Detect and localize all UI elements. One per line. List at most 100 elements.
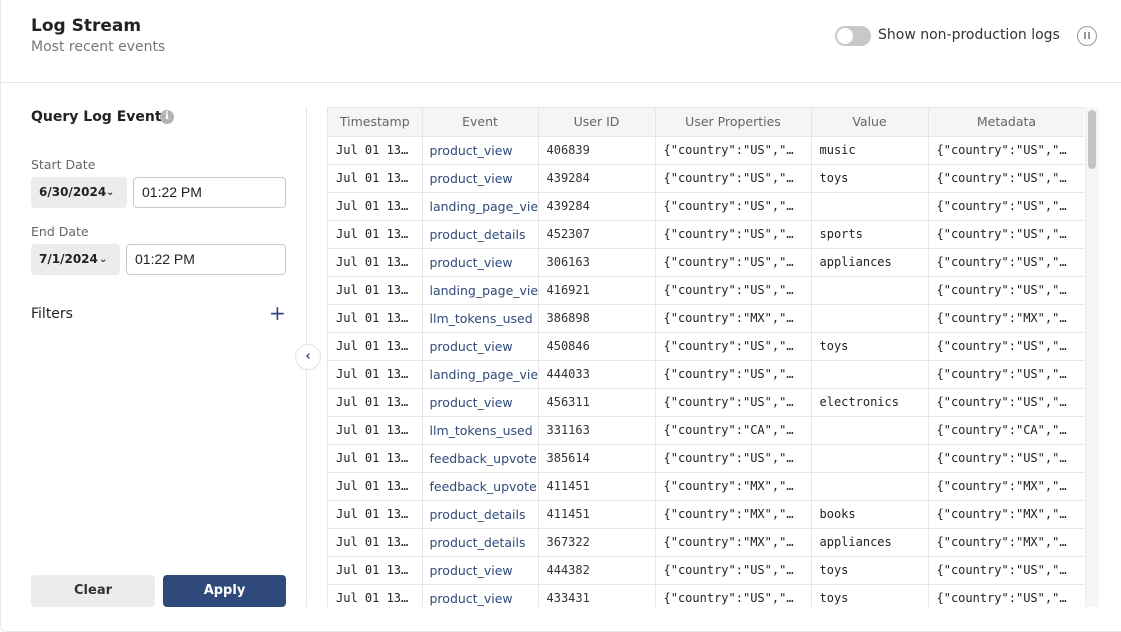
- apply-button[interactable]: Apply: [163, 575, 286, 607]
- cell-user-id: 444382: [538, 556, 656, 585]
- cell-value: [811, 360, 929, 389]
- table-row[interactable]: Jul 01 13… llm_tokens_used 386898 {"country…: [328, 304, 1084, 333]
- cell-event[interactable]: landing_page_view: [422, 192, 539, 221]
- cell-timestamp: Jul 01 13…: [328, 220, 423, 249]
- cell-event[interactable]: product_view: [422, 136, 539, 165]
- table-row[interactable]: Jul 01 13… landing_page_view 416921 {"count…: [328, 276, 1084, 305]
- table-row[interactable]: Jul 01 13… feedback_upvote 411451 {"country…: [328, 472, 1084, 501]
- table-row[interactable]: Jul 01 13… product_view 306163 {"country":"…: [328, 248, 1084, 277]
- non-production-toggle-label[interactable]: Show non-production logs: [878, 27, 1060, 43]
- column-header-user-properties[interactable]: User Properties: [655, 108, 812, 137]
- add-filter-icon[interactable]: +: [269, 302, 286, 324]
- end-date-select[interactable]: 7/1/2024 ⌄: [31, 244, 120, 275]
- cell-metadata: {"country":"US","…: [928, 136, 1084, 165]
- cell-event[interactable]: product_view: [422, 332, 539, 361]
- cell-metadata: {"country":"US","…: [928, 388, 1084, 417]
- cell-user-properties: {"country":"US","…: [655, 444, 812, 473]
- cell-metadata: {"country":"CA","…: [928, 416, 1084, 445]
- table-row[interactable]: Jul 01 13… llm_tokens_used 331163 {"country…: [328, 416, 1084, 445]
- table-row[interactable]: Jul 01 13… product_view 450846 {"country":"…: [328, 332, 1084, 361]
- cell-timestamp: Jul 01 13…: [328, 472, 423, 501]
- cell-metadata: {"country":"US","…: [928, 276, 1084, 305]
- cell-event[interactable]: product_view: [422, 388, 539, 417]
- page-subtitle: Most recent events: [31, 39, 166, 55]
- cell-value: books: [811, 500, 929, 529]
- table-scrollbar-thumb[interactable]: [1088, 110, 1096, 169]
- column-header-value[interactable]: Value: [811, 108, 929, 137]
- cell-user-id: 439284: [538, 164, 656, 193]
- table-row[interactable]: Jul 01 13… product_details 411451 {"country…: [328, 500, 1084, 529]
- cell-metadata: {"country":"US","…: [928, 556, 1084, 585]
- cell-value: appliances: [811, 248, 929, 277]
- pause-icon[interactable]: [1077, 26, 1097, 46]
- cell-user-properties: {"country":"US","…: [655, 388, 812, 417]
- table-scrollbar[interactable]: [1085, 107, 1099, 607]
- table-row[interactable]: Jul 01 13… product_details 452307 {"country…: [328, 220, 1084, 249]
- cell-value: toys: [811, 164, 929, 193]
- table-row[interactable]: Jul 01 13… landing_page_view 444033 {"count…: [328, 360, 1084, 389]
- cell-metadata: {"country":"MX","…: [928, 472, 1084, 501]
- cell-user-id: 331163: [538, 416, 656, 445]
- cell-metadata: {"country":"MX","…: [928, 528, 1084, 557]
- table-row[interactable]: Jul 01 13… product_view 406839 {"country":"…: [328, 136, 1084, 165]
- table-row[interactable]: Jul 01 13… product_view 456311 {"country":"…: [328, 388, 1084, 417]
- info-icon[interactable]: i: [160, 110, 174, 124]
- cell-user-id: 450846: [538, 332, 656, 361]
- table-row[interactable]: Jul 01 13… product_view 444382 {"country":"…: [328, 556, 1084, 585]
- cell-event[interactable]: product_view: [422, 248, 539, 277]
- column-header-metadata[interactable]: Metadata: [928, 108, 1084, 137]
- cell-event[interactable]: product_details: [422, 220, 539, 249]
- cell-timestamp: Jul 01 13…: [328, 528, 423, 557]
- start-time-input[interactable]: 01:22 PM: [133, 177, 286, 208]
- cell-event[interactable]: landing_page_view: [422, 360, 539, 389]
- cell-event[interactable]: product_view: [422, 584, 539, 607]
- cell-event[interactable]: product_details: [422, 528, 539, 557]
- collapse-panel-button[interactable]: ‹: [295, 344, 321, 370]
- cell-event[interactable]: product_view: [422, 556, 539, 585]
- cell-user-properties: {"country":"US","…: [655, 360, 812, 389]
- start-date-select[interactable]: 6/30/2024 ⌄: [31, 177, 127, 208]
- non-production-toggle[interactable]: [835, 26, 871, 46]
- cell-user-properties: {"country":"US","…: [655, 276, 812, 305]
- table-row[interactable]: Jul 01 13… landing_page_view 439284 {"count…: [328, 192, 1084, 221]
- cell-user-id: 306163: [538, 248, 656, 277]
- log-table-container: Timestamp Event User ID User Properties …: [327, 107, 1084, 607]
- cell-user-id: 452307: [538, 220, 656, 249]
- cell-user-id: 367322: [538, 528, 656, 557]
- cell-user-id: 386898: [538, 304, 656, 333]
- cell-user-id: 433431: [538, 584, 656, 607]
- cell-event[interactable]: llm_tokens_used: [422, 304, 539, 333]
- column-header-user-id[interactable]: User ID: [538, 108, 656, 137]
- cell-user-properties: {"country":"US","…: [655, 220, 812, 249]
- cell-user-id: 385614: [538, 444, 656, 473]
- cell-event[interactable]: feedback_upvote: [422, 472, 539, 501]
- cell-value: [811, 472, 929, 501]
- cell-event[interactable]: product_details: [422, 500, 539, 529]
- cell-user-id: 411451: [538, 500, 656, 529]
- chevron-down-icon: ⌄: [106, 187, 115, 198]
- table-row[interactable]: Jul 01 13… feedback_upvote 385614 {"country…: [328, 444, 1084, 473]
- cell-event[interactable]: llm_tokens_used: [422, 416, 539, 445]
- cell-value: appliances: [811, 528, 929, 557]
- table-row[interactable]: Jul 01 13… product_view 439284 {"country":"…: [328, 164, 1084, 193]
- end-time-input[interactable]: 01:22 PM: [126, 244, 286, 275]
- start-date-value: 6/30/2024: [39, 185, 107, 199]
- table-row[interactable]: Jul 01 13… product_view 433431 {"country":"…: [328, 584, 1084, 607]
- cell-user-properties: {"country":"US","…: [655, 248, 812, 277]
- cell-user-properties: {"country":"US","…: [655, 332, 812, 361]
- clear-button[interactable]: Clear: [31, 575, 155, 607]
- cell-timestamp: Jul 01 13…: [328, 192, 423, 221]
- column-header-timestamp[interactable]: Timestamp: [328, 108, 423, 137]
- cell-event[interactable]: product_view: [422, 164, 539, 193]
- cell-user-properties: {"country":"US","…: [655, 584, 812, 607]
- table-row[interactable]: Jul 01 13… product_details 367322 {"country…: [328, 528, 1084, 557]
- page-header: Log Stream Most recent events Show non-p…: [0, 0, 1121, 83]
- cell-event[interactable]: landing_page_view: [422, 276, 539, 305]
- end-date-label: End Date: [31, 224, 89, 239]
- cell-event[interactable]: feedback_upvote: [422, 444, 539, 473]
- cell-timestamp: Jul 01 13…: [328, 304, 423, 333]
- cell-value: [811, 416, 929, 445]
- cell-value: toys: [811, 556, 929, 585]
- cell-value: sports: [811, 220, 929, 249]
- column-header-event[interactable]: Event: [422, 108, 539, 137]
